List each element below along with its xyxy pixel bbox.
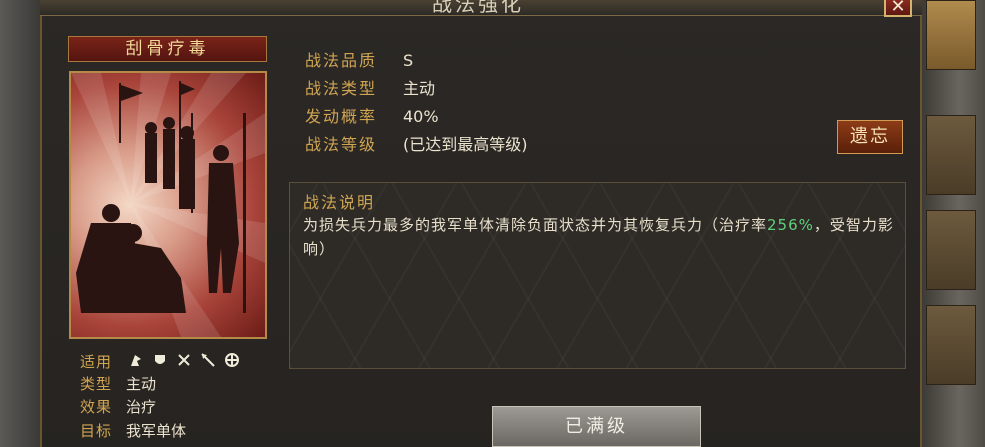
spear-icon bbox=[200, 353, 216, 369]
heal-rate-highlight: 256% bbox=[767, 216, 814, 234]
kind-label: 战法类型 bbox=[305, 79, 378, 98]
attr-target: 目标 我军单体 bbox=[80, 421, 186, 441]
cavalry-icon bbox=[128, 353, 144, 369]
type-value: 主动 bbox=[126, 375, 157, 393]
description-text: 为损失兵力最多的我军单体清除负面状态并为其恢复兵力（治疗率256%，受智力影响） bbox=[303, 213, 897, 261]
info-rate: 发动概率 40% bbox=[305, 106, 439, 128]
description-part1: 为损失兵力最多的我军单体清除负面状态并为其恢复兵力（治疗率 bbox=[303, 216, 768, 234]
attr-type: 类型 主动 bbox=[80, 374, 156, 394]
level-label: 战法等级 bbox=[305, 135, 378, 154]
description-title: 战法说明 bbox=[303, 193, 376, 212]
side-tab-4[interactable] bbox=[926, 305, 976, 385]
skill-card-art bbox=[69, 71, 267, 339]
effect-value: 治疗 bbox=[126, 398, 157, 416]
window-title: 战法强化 bbox=[432, 0, 524, 16]
quality-label: 战法品质 bbox=[305, 51, 378, 70]
bow-icon bbox=[176, 353, 192, 369]
type-label: 类型 bbox=[80, 375, 113, 393]
effect-label: 效果 bbox=[80, 398, 113, 416]
troop-type-icons bbox=[128, 352, 243, 372]
quality-value: S bbox=[403, 51, 414, 70]
info-kind: 战法类型 主动 bbox=[305, 78, 435, 100]
level-value: (已达到最高等级) bbox=[403, 135, 528, 154]
side-tab-2[interactable] bbox=[926, 115, 976, 195]
rate-label: 发动概率 bbox=[305, 107, 378, 126]
skill-artwork bbox=[71, 73, 265, 337]
kind-value: 主动 bbox=[403, 79, 436, 98]
description-box bbox=[289, 182, 906, 369]
close-icon: ✕ bbox=[890, 0, 906, 17]
close-button[interactable]: ✕ bbox=[884, 0, 912, 17]
attr-applicable: 适用 bbox=[80, 352, 126, 372]
applicable-label: 适用 bbox=[80, 353, 113, 371]
shield-icon bbox=[152, 353, 168, 369]
info-level: 战法等级 (已达到最高等级) bbox=[305, 134, 528, 156]
side-tab-1[interactable] bbox=[926, 0, 976, 70]
skill-name: 刮骨疗毒 bbox=[68, 36, 267, 62]
background-left bbox=[0, 0, 40, 447]
target-value: 我军单体 bbox=[126, 422, 187, 440]
rate-value: 40% bbox=[403, 107, 439, 126]
info-quality: 战法品质 S bbox=[305, 50, 413, 72]
attr-effect: 效果 治疗 bbox=[80, 397, 156, 417]
siege-icon bbox=[224, 353, 240, 369]
maxed-level-button[interactable]: 已满级 bbox=[492, 406, 701, 447]
forget-button[interactable]: 遗忘 bbox=[837, 120, 903, 154]
target-label: 目标 bbox=[80, 422, 113, 440]
side-tab-3[interactable] bbox=[926, 210, 976, 290]
